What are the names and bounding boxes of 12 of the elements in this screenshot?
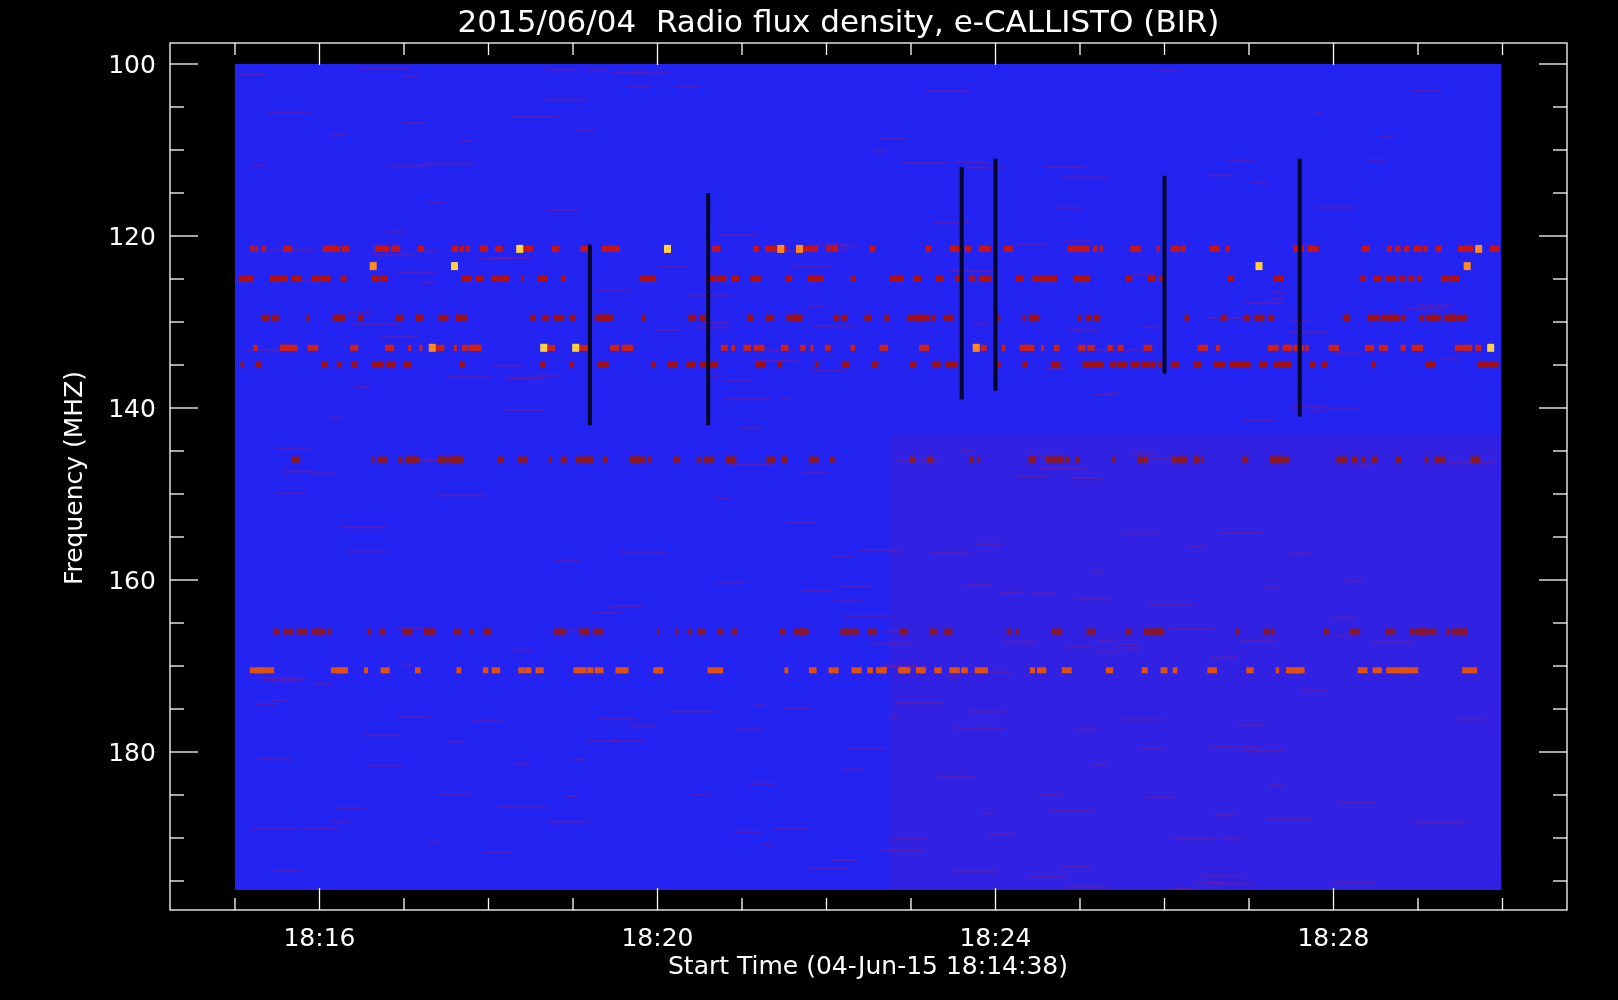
y-tick-label: 140 (108, 394, 156, 423)
x-tick-label: 18:28 (1297, 923, 1370, 952)
y-tick-label: 160 (108, 566, 156, 595)
x-axis-label: Start Time (04-Jun-15 18:14:38) (668, 951, 1068, 980)
y-tick-label: 100 (108, 50, 156, 79)
x-tick-label: 18:16 (283, 923, 356, 952)
y-tick-label: 180 (108, 738, 156, 767)
y-tick-label: 120 (108, 222, 156, 251)
chart-title: 2015/06/04 Radio flux density, e-CALLISTO (BIR) (457, 3, 1220, 39)
x-tick-label: 18:24 (959, 923, 1032, 952)
y-axis-label: Frequency (MHZ) (59, 370, 88, 586)
x-tick-label: 18:20 (621, 923, 694, 952)
